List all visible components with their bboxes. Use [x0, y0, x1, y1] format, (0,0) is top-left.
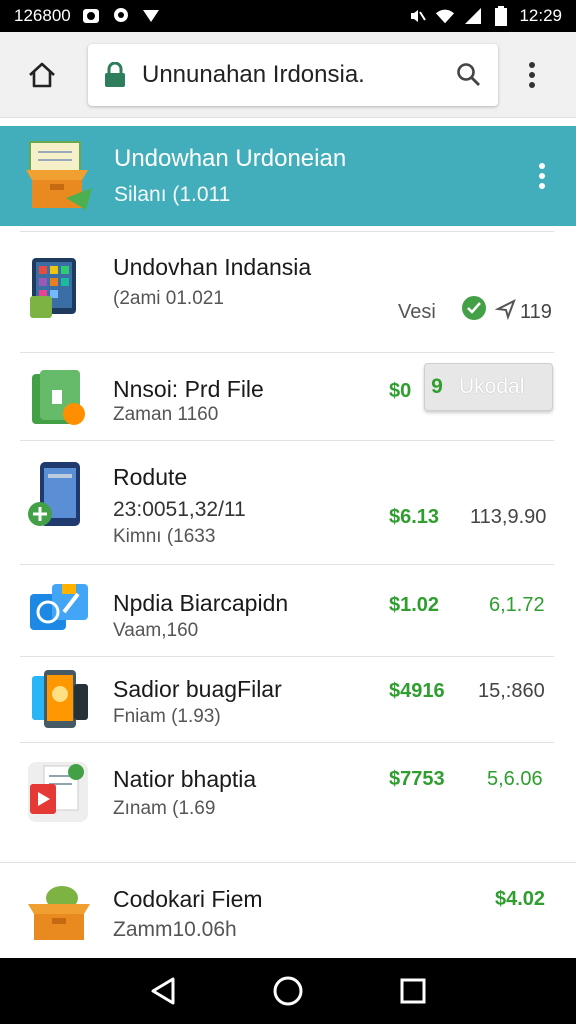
divider: [20, 742, 554, 743]
status-time: 12:29: [519, 6, 562, 25]
wifi-icon: [435, 6, 455, 26]
battery-icon: [491, 6, 511, 26]
navigation-bar: [0, 958, 576, 1024]
header-more-button[interactable]: [532, 158, 552, 194]
tablet-app-icon: [30, 258, 76, 318]
item-price: $7753: [389, 768, 445, 790]
list-item[interactable]: Natior bhaptia Zınam (1.69 $7753 5,6.06: [0, 742, 576, 862]
recents-button[interactable]: [388, 966, 438, 1016]
item-count: 5,6.06: [487, 768, 543, 790]
back-button[interactable]: [138, 966, 188, 1016]
pin-icon: [495, 298, 516, 320]
status-bar: 126800 12:29: [0, 0, 576, 32]
list-item[interactable]: Undovhan Indansia (2ami 01.021 Vesi 119: [0, 226, 576, 352]
recents-icon: [400, 978, 426, 1004]
check-circle-icon: [462, 296, 486, 320]
lock-icon: [102, 61, 128, 89]
item-price: $0: [389, 380, 412, 402]
box-app-icon: [28, 886, 90, 940]
list-item[interactable]: Npdia Biarcapidn Vaam,160 $1.02 6,1.72: [0, 564, 576, 656]
divider: [20, 440, 554, 441]
back-icon: [151, 977, 175, 1005]
header-title: Undowhan Urdoneian: [114, 145, 347, 172]
divider: [20, 352, 554, 353]
item-subtitle: 23:0051,32/11: [113, 498, 246, 521]
item-extra-label: Vesi: [398, 301, 436, 323]
item-count: 113,9.90: [470, 506, 547, 528]
item-subtitle-2: Kimnı (1633: [113, 526, 216, 547]
home-nav-button[interactable]: [263, 966, 313, 1016]
header-subtitle: Silanı (1.011: [114, 183, 231, 206]
url-bar[interactable]: Unnunahan Irdonsia.: [88, 43, 498, 106]
item-count: 6,1.72: [489, 594, 545, 616]
item-name: Rodute: [113, 464, 188, 490]
phone-app-icon: [28, 462, 80, 526]
mute-icon: [407, 6, 427, 26]
item-price: $4.02: [495, 888, 546, 910]
gallery-app-icon: [32, 670, 88, 728]
list-item[interactable]: Rodute 23:0051,32/11 Kimnı (1633 $6.13 1…: [0, 440, 576, 564]
item-subtitle: Vaam,160: [113, 620, 199, 641]
search-icon[interactable]: [454, 60, 484, 90]
item-name: Natior bhaptia: [113, 766, 257, 792]
status-left-text: 126800: [14, 6, 71, 25]
item-subtitle: Zaman 1160: [113, 404, 219, 425]
download-icon: [141, 6, 161, 26]
divider: [20, 564, 554, 565]
item-extra-count: 119: [520, 301, 552, 323]
video-doc-app-icon: [28, 762, 88, 822]
overflow-menu-button[interactable]: [512, 45, 552, 105]
item-subtitle: (2ami 01.021: [113, 288, 224, 309]
overflow-menu-icon: [529, 61, 535, 88]
item-subtitle: Zamm10.06h: [113, 918, 237, 941]
item-name: Npdia Biarcapidn: [113, 590, 289, 616]
update-count: 9: [431, 375, 443, 398]
item-name: Undovhan Indansia: [113, 254, 312, 280]
photo-icon: [81, 6, 101, 26]
home-icon: [29, 62, 55, 87]
media-app-icon: [30, 584, 88, 630]
divider: [20, 231, 554, 232]
url-text[interactable]: Unnunahan Irdonsia.: [142, 61, 454, 89]
item-price: $6.13: [389, 506, 440, 528]
list-item[interactable]: Sadior buagFilar Fniam (1.93) $4916 15,:…: [0, 656, 576, 742]
divider: [0, 862, 576, 863]
signal-icon: [463, 6, 483, 26]
home-circle-icon: [273, 976, 303, 1006]
notification-icon: [111, 6, 131, 26]
item-price: $1.02: [389, 594, 440, 616]
update-button-label: Ukodal: [459, 375, 525, 398]
item-name: Nnsoi: Prd File: [113, 376, 264, 402]
browser-toolbar: Unnunahan Irdonsia.: [0, 32, 576, 118]
box-app-icon: [26, 141, 92, 210]
item-name: Sadior buagFilar: [113, 676, 282, 702]
item-name: Codokari Fiem: [113, 886, 263, 912]
home-button[interactable]: [12, 45, 72, 105]
item-subtitle: Zınam (1.69: [113, 798, 216, 819]
item-subtitle: Fniam (1.93): [113, 706, 221, 727]
more-vert-icon: [539, 163, 545, 189]
app-header: Undowhan Urdoneian Silanı (1.011: [0, 126, 576, 226]
file-app-icon: [32, 370, 85, 425]
divider: [20, 656, 554, 657]
update-button[interactable]: 9 Ukodal: [424, 363, 553, 411]
list-item[interactable]: Codokari Fiem Zamm10.06h $4.02: [0, 862, 576, 958]
item-count: 15,:860: [478, 680, 545, 702]
item-price: $4916: [389, 680, 445, 702]
